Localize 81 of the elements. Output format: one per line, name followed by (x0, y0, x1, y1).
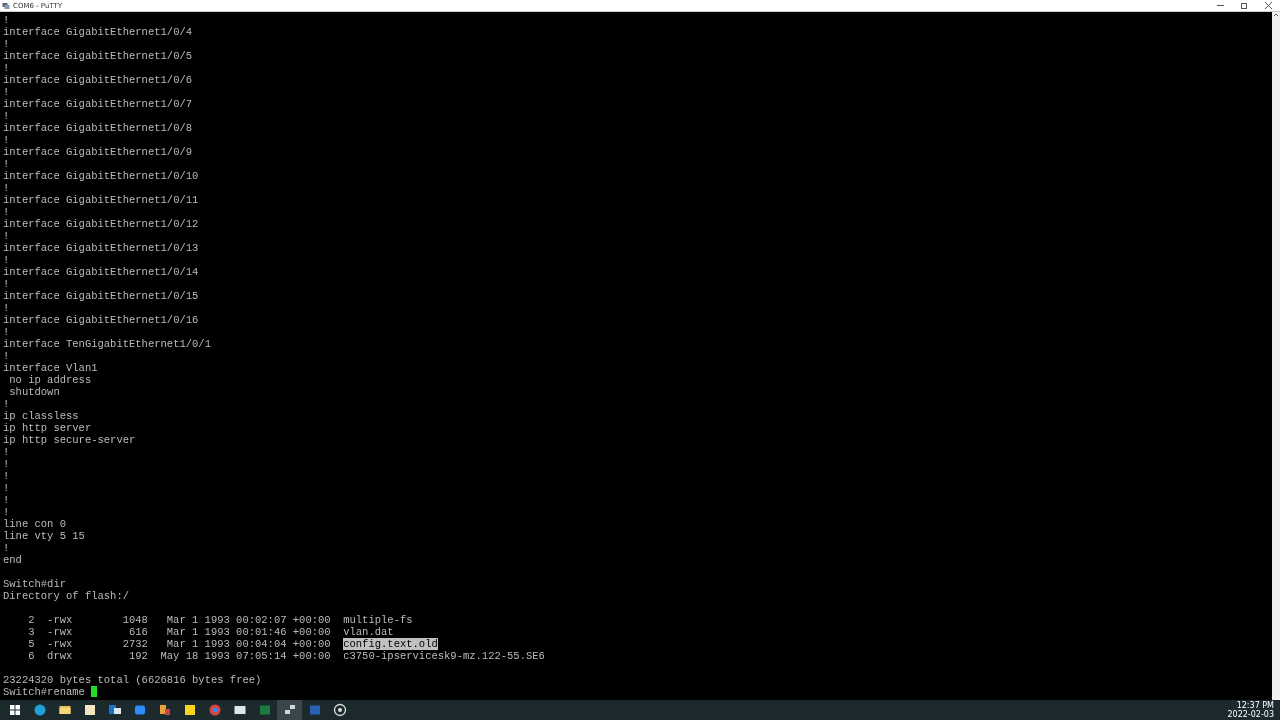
file-name: c3750-ipservicesk9-mz.122-55.SE6 (343, 650, 545, 662)
terminal-line: shutdown (8, 386, 60, 398)
terminal-line: interface GigabitEthernet1/0/11 (3, 194, 199, 206)
terminal-line: ! (3, 506, 10, 518)
file-size: 2732 (121, 638, 148, 650)
terminal-line: interface GigabitEthernet1/0/4 (3, 26, 193, 38)
terminal-line: ! (3, 302, 10, 314)
terminal-line: interface GigabitEthernet1/0/15 (3, 290, 199, 302)
terminal-line: interface GigabitEthernet1/0/8 (3, 122, 193, 134)
terminal-line: ! (3, 458, 10, 470)
terminal-cursor (91, 686, 98, 697)
file-size: 1048 (121, 614, 148, 626)
terminal-app-icon (2, 1, 10, 10)
terminal-line: interface GigabitEthernet1/0/5 (3, 50, 193, 62)
file-date: May 18 1993 07:05:14 +00:00 (159, 650, 331, 662)
terminal-line: interface GigabitEthernet1/0/7 (3, 98, 193, 110)
terminal-line: interface Vlan1 (3, 362, 98, 374)
terminal-line: ! (3, 86, 10, 98)
terminal-line: ! (3, 350, 10, 362)
terminal-line: interface GigabitEthernet1/0/9 (3, 146, 193, 158)
terminal-line: 23224320 bytes total (6626816 bytes free) (3, 674, 262, 686)
terminal-line: ip classless (3, 410, 79, 422)
record-icon (331, 702, 348, 718)
file-date: Mar 1 1993 00:04:04 +00:00 (165, 638, 331, 650)
file-permissions: -rwx (46, 614, 73, 626)
terminal-line: ip http server (3, 422, 92, 434)
file-name: vlan.dat (343, 626, 394, 638)
file-number: 5 (27, 638, 35, 650)
terminal-line: ! (3, 470, 10, 482)
terminal-line: ! (3, 206, 10, 218)
terminal-line: ! (3, 38, 10, 50)
terminal-line: ! (3, 230, 10, 242)
terminal-line: ip http secure-server (3, 434, 136, 446)
terminal-line: interface GigabitEthernet1/0/12 (3, 218, 199, 230)
terminal-line: ! (3, 62, 10, 74)
file-name: multiple-fs (343, 614, 413, 626)
terminal-line: line vty 5 15 (3, 530, 85, 542)
terminal-line: Switch#dir (3, 578, 66, 590)
clock-time: 12:37 PM (1236, 701, 1274, 710)
file-permissions: -rwx (46, 638, 73, 650)
terminal-line: ! (3, 134, 10, 146)
taskbar-button[interactable] (277, 700, 302, 720)
terminal-line: interface TenGigabitEthernet1/0/1 (3, 338, 211, 350)
terminal-line: ! (3, 482, 10, 494)
terminal-line: end (3, 554, 22, 566)
terminal-line: ! (3, 14, 10, 26)
terminal-line: interface GigabitEthernet1/0/6 (3, 74, 193, 86)
terminal-line: interface GigabitEthernet1/0/10 (3, 170, 199, 182)
terminal-line: ! (3, 278, 10, 290)
scrollbar[interactable] (1272, 12, 1280, 700)
terminal-line: no ip address (8, 374, 92, 386)
terminal-line: interface GigabitEthernet1/0/14 (3, 266, 199, 278)
file-date: Mar 1 1993 00:01:46 +00:00 (165, 626, 331, 638)
clock-date: 2022-02-03 (1227, 710, 1274, 719)
close-icon (1264, 2, 1272, 9)
file-size: 616 (128, 626, 148, 638)
scroll-up-icon[interactable] (1273, 12, 1279, 18)
terminal-line: Directory of flash:/ (3, 590, 130, 602)
file-number: 6 (27, 650, 35, 662)
file-permissions: drwx (46, 650, 73, 662)
terminal-line: ! (3, 158, 10, 170)
file-name: config.text.old (343, 638, 438, 650)
terminal-line: ! (3, 542, 10, 554)
file-number: 2 (27, 614, 35, 626)
minimize-icon (1216, 2, 1224, 9)
terminal-line: ! (3, 398, 10, 410)
terminal-line: interface GigabitEthernet1/0/16 (3, 314, 199, 326)
terminal-line: ! (3, 326, 10, 338)
terminal-line: ! (3, 254, 10, 266)
file-permissions: -rwx (46, 626, 73, 638)
terminal-line: line con 0 (3, 518, 66, 530)
file-number: 3 (27, 626, 35, 638)
terminal-line: interface GigabitEthernet1/0/13 (3, 242, 199, 254)
terminal-line: ! (3, 494, 10, 506)
terminal-line: ! (3, 182, 10, 194)
file-date: Mar 1 1993 00:02:07 +00:00 (165, 614, 331, 626)
file-size: 192 (128, 650, 148, 662)
restore-icon (1240, 2, 1248, 9)
terminal-line: ! (3, 110, 10, 122)
terminal-line: ! (3, 446, 10, 458)
command-prompt: Switch#rename (3, 686, 86, 698)
